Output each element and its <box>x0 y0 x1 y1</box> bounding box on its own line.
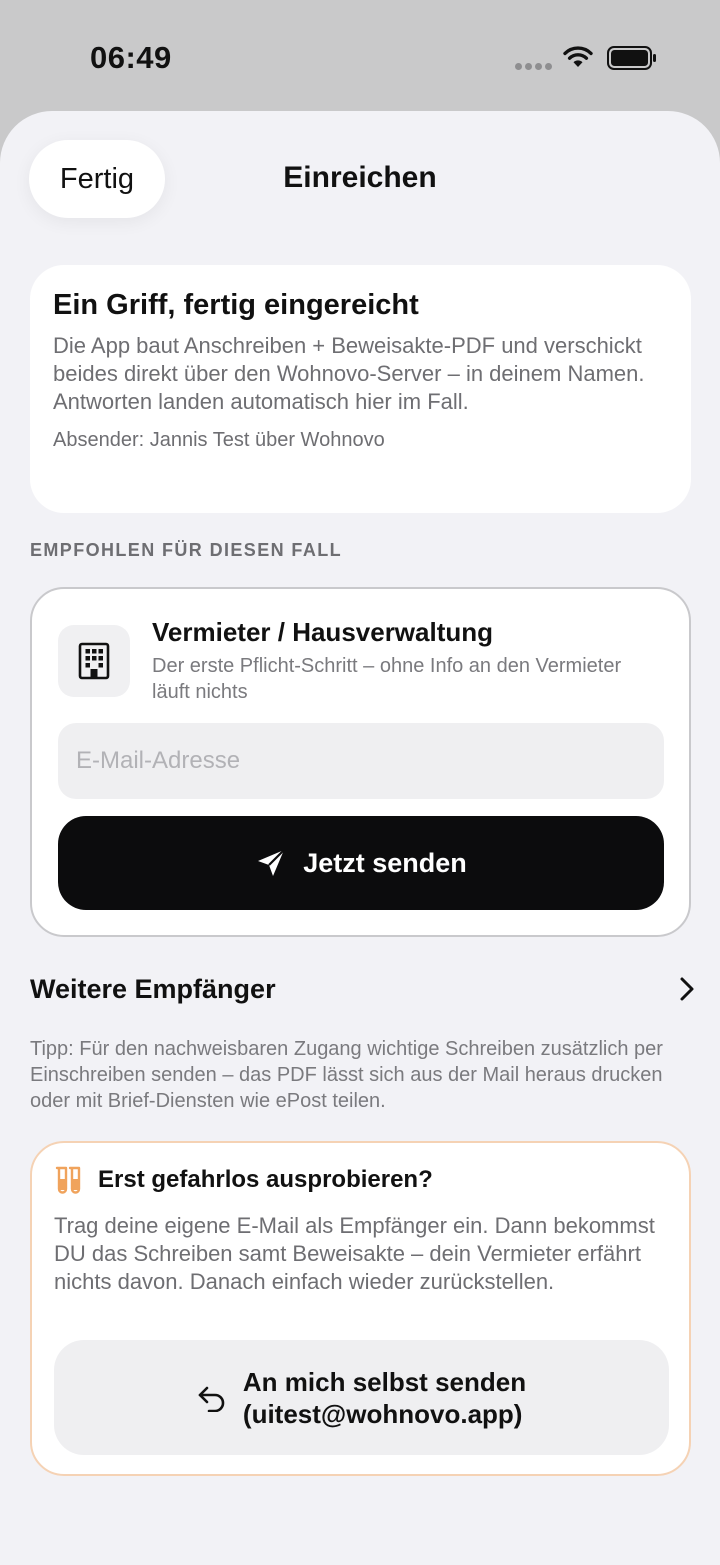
building-icon <box>58 625 130 697</box>
test-send-card: Erst gefahrlos ausprobieren? Trag deine … <box>30 1141 691 1476</box>
undo-arrow-icon <box>198 1386 225 1412</box>
wifi-icon <box>563 46 593 67</box>
send-to-self-label: An mich selbst senden (uitest@wohnovo.ap… <box>243 1366 526 1430</box>
cellular-signal-icon <box>515 63 552 70</box>
send-now-label: Jetzt senden <box>303 847 467 878</box>
intro-title: Ein Griff, fertig eingereicht <box>53 289 419 321</box>
battery-icon <box>607 46 656 70</box>
recommended-recipient-card: Vermieter / Hausverwaltung Der erste Pfl… <box>30 587 691 937</box>
intro-card: Ein Griff, fertig eingereicht Die App ba… <box>30 265 691 513</box>
send-to-self-line2: (uitest@wohnovo.app) <box>242 1398 523 1429</box>
status-time: 06:49 <box>90 40 172 75</box>
recipient-title: Vermieter / Hausverwaltung <box>152 617 494 647</box>
send-to-self-line1: An mich selbst senden <box>242 1366 527 1397</box>
submit-sheet: Fertig Einreichen Ein Griff, fertig eing… <box>0 111 720 1565</box>
test-card-title: Erst gefahrlos ausprobieren? <box>98 1166 433 1193</box>
page-title: Einreichen <box>283 161 437 194</box>
intro-description: Die App baut Anschreiben + Beweisakte-PD… <box>53 333 645 414</box>
send-to-self-button[interactable]: An mich selbst senden (uitest@wohnovo.ap… <box>54 1340 669 1455</box>
test-card-header: Erst gefahrlos ausprobieren? <box>54 1165 433 1195</box>
email-field[interactable] <box>58 723 664 799</box>
chevron-right-icon <box>680 977 694 1001</box>
more-recipients-label: Weitere Empfänger <box>30 973 276 1004</box>
tip-text: Tipp: Für den nachweisbaren Zugang wicht… <box>30 1038 663 1112</box>
sender-info: Absender: Jannis Test über Wohnovo <box>53 429 385 451</box>
paper-plane-icon <box>258 849 285 876</box>
status-bar: 06:49 <box>0 0 720 110</box>
more-recipients-row[interactable]: Weitere Empfänger <box>30 969 695 1009</box>
test-card-description: Trag deine eigene E-Mail als Empfänger e… <box>54 1213 655 1294</box>
section-label-recommended: EMPFOHLEN FÜR DIESEN FALL <box>30 540 343 560</box>
send-now-button[interactable]: Jetzt senden <box>58 816 664 910</box>
test-tubes-icon <box>55 1166 81 1194</box>
recipient-subtitle: Der erste Pflicht-Schritt – ohne Info an… <box>152 655 622 703</box>
